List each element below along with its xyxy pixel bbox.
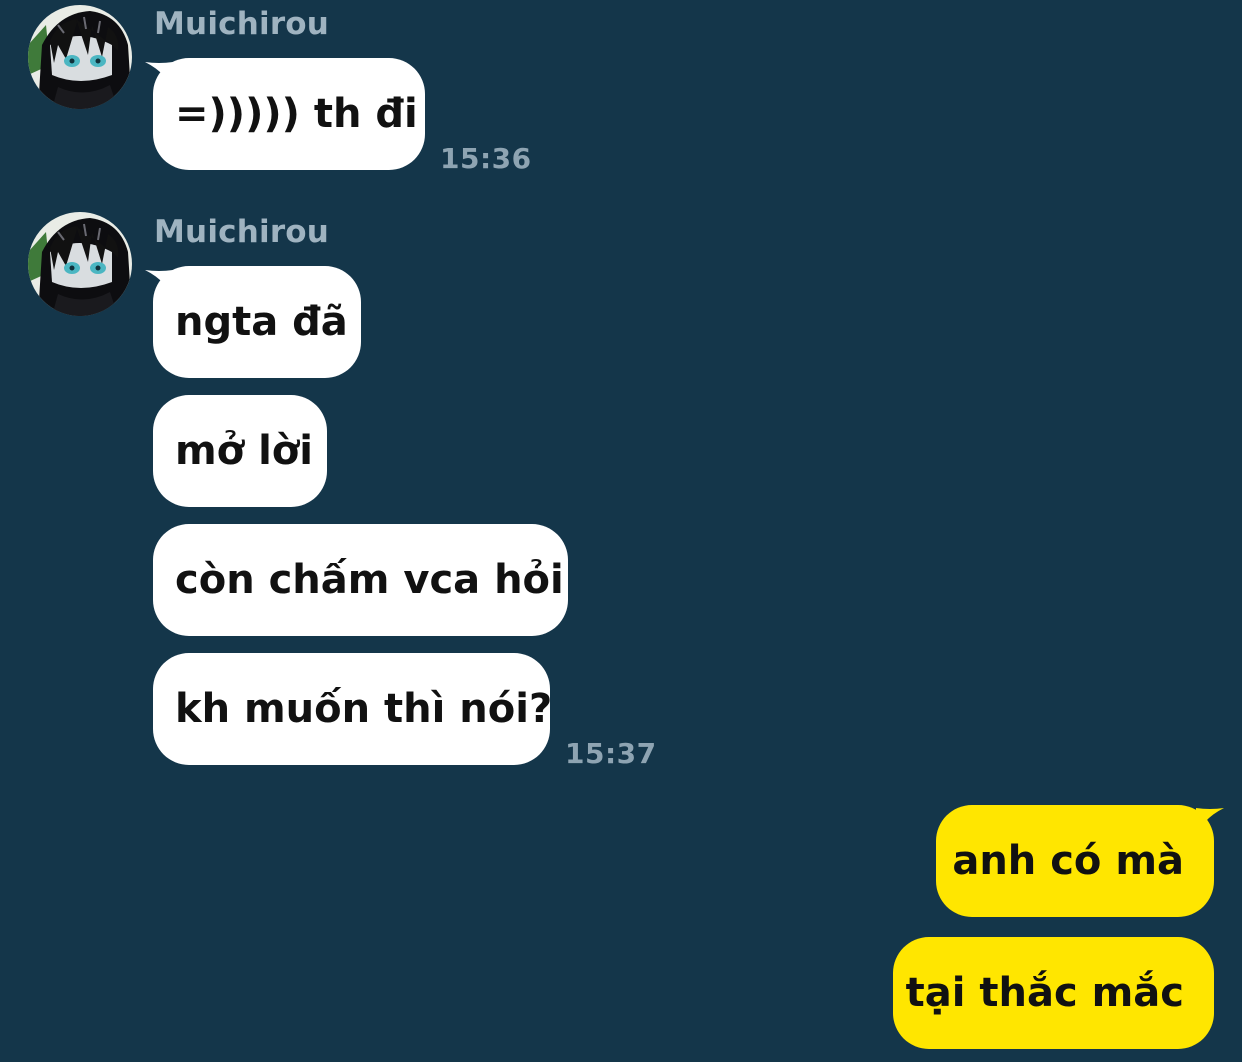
avatar-icon <box>28 212 132 316</box>
sender-avatar[interactable] <box>28 5 132 109</box>
sender-name: Muichirou <box>154 214 330 250</box>
incoming-message-bubble[interactable]: mở lời <box>153 395 327 507</box>
message-text: anh có mà <box>952 838 1184 884</box>
incoming-message-bubble[interactable]: ngta đã <box>153 266 361 378</box>
chat-thread[interactable]: Muichirou =))))) th đi 15:36 Muichirou n… <box>0 0 1242 1062</box>
incoming-message-bubble[interactable]: còn chấm vca hỏi <box>153 524 568 636</box>
message-text: kh muốn thì nói? <box>175 686 553 732</box>
sender-avatar[interactable] <box>28 212 132 316</box>
message-timestamp: 15:37 <box>565 737 657 770</box>
message-text: =))))) th đi <box>175 91 418 137</box>
avatar-icon <box>28 5 132 109</box>
incoming-message-bubble[interactable]: kh muốn thì nói? <box>153 653 553 765</box>
outgoing-message-bubble[interactable]: anh có mà <box>936 805 1214 917</box>
incoming-message-bubble[interactable]: =))))) th đi <box>153 58 425 170</box>
message-text: còn chấm vca hỏi <box>175 557 564 603</box>
message-text: mở lời <box>175 428 313 474</box>
message-timestamp: 15:36 <box>440 142 532 175</box>
message-text: ngta đã <box>175 299 348 345</box>
sender-name: Muichirou <box>154 6 330 42</box>
message-text: tại thắc mắc <box>905 970 1184 1016</box>
outgoing-message-bubble[interactable]: tại thắc mắc <box>893 937 1214 1049</box>
